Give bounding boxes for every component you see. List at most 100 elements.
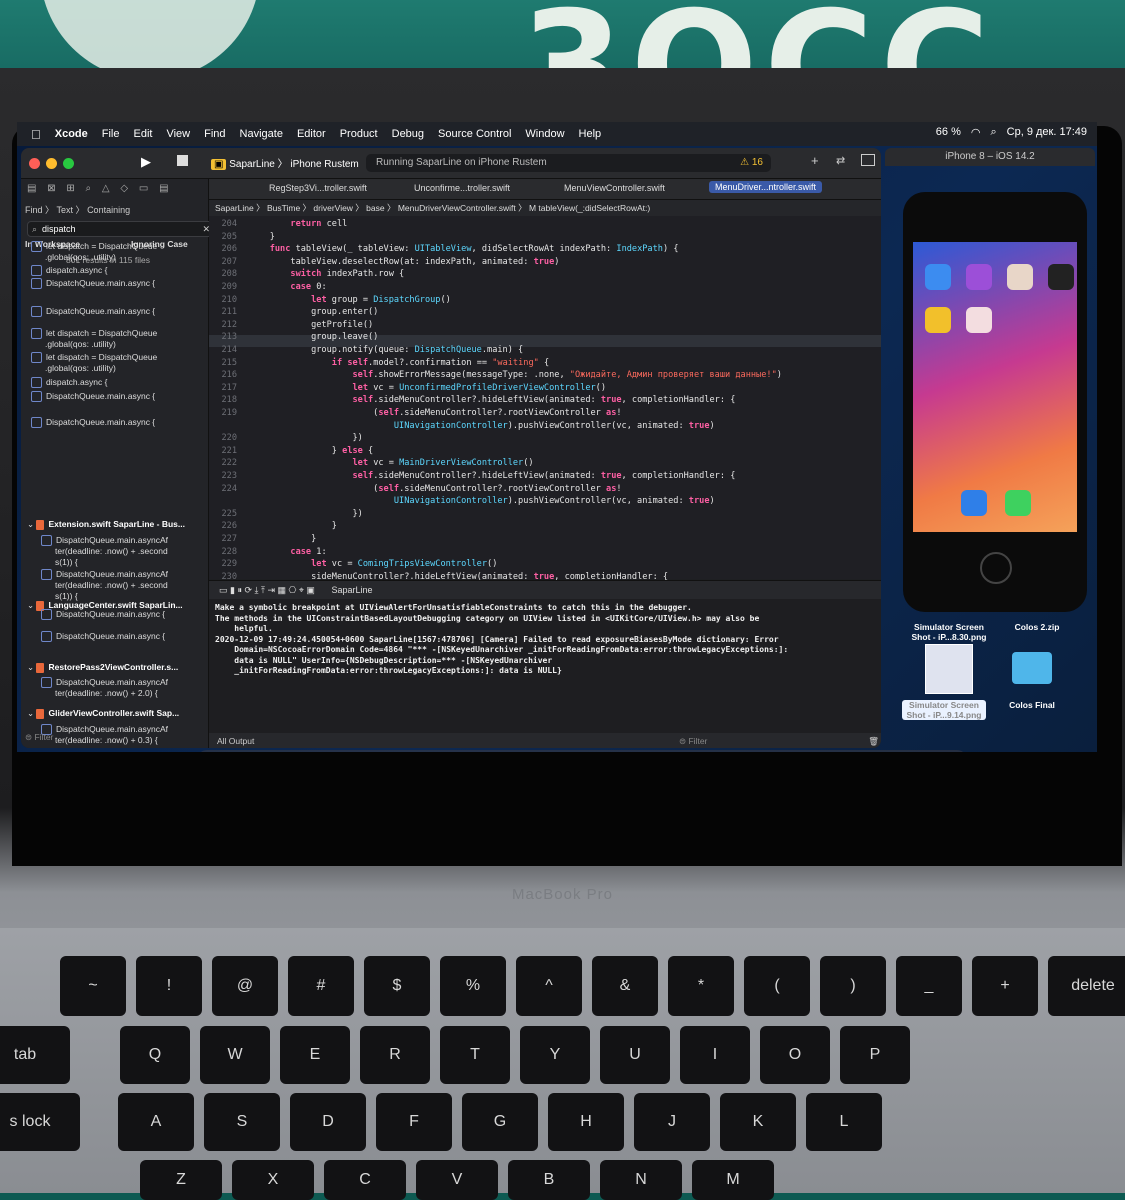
keyboard-key[interactable]: T (440, 1026, 510, 1084)
debug-controls[interactable]: ▭ ▮ ⏸ ⟳ ⤓ ⤒ ⇥ ▦ ⎔ ⌖ ▣ (219, 585, 315, 595)
keyboard-key[interactable]: Y (520, 1026, 590, 1084)
keyboard-key[interactable]: M (692, 1160, 774, 1200)
keyboard-key[interactable]: C (324, 1160, 406, 1200)
watch-app-icon[interactable] (1048, 264, 1074, 290)
safari-app-icon[interactable] (961, 490, 987, 516)
keyboard-key[interactable]: R (360, 1026, 430, 1084)
disclosure-icon[interactable]: ⌄ (27, 662, 36, 672)
keyboard-key[interactable]: H (548, 1093, 624, 1151)
keyboard-key[interactable]: I (680, 1026, 750, 1084)
console-filter[interactable]: ⊜ Filter (679, 733, 707, 748)
code-line[interactable]: } (249, 232, 275, 242)
keyboard-key[interactable]: D (290, 1093, 366, 1151)
search-result-row[interactable]: dispatch.async { (31, 377, 211, 389)
keyboard-key[interactable]: J (634, 1093, 710, 1151)
code-line[interactable]: let vc = UnconfirmedProfileDriverViewCon… (249, 383, 606, 393)
screenshot-thumbnail[interactable] (925, 644, 973, 694)
code-line[interactable]: UINavigationController).pushViewControll… (249, 496, 715, 506)
console-output[interactable]: Make a symbolic breakpoint at UIViewAler… (215, 603, 875, 677)
disclosure-icon[interactable]: ⌄ (27, 519, 36, 529)
menu-app[interactable]: Xcode (55, 128, 88, 140)
keyboard-key[interactable]: F (376, 1093, 452, 1151)
output-selector[interactable]: All Output (217, 736, 254, 746)
search-result-row[interactable]: let dispatch = DispatchQueue (31, 352, 211, 364)
file-group-row[interactable]: ⌄ RestorePass2ViewController.s... (27, 662, 207, 673)
code-line[interactable]: let vc = MainDriverViewController() (249, 458, 533, 468)
desktop-file-screenshot-1[interactable]: Simulator Screen Shot - iP...8.30.png (907, 622, 991, 642)
search-result-row[interactable]: DispatchQueue.main.async { (41, 609, 221, 621)
code-line[interactable]: switch indexPath.row { (249, 269, 404, 279)
disclosure-icon[interactable]: ⌄ (27, 600, 36, 610)
search-field[interactable]: ⌕ dispatch ✕ (27, 221, 215, 237)
code-line[interactable]: self.sideMenuController?.hideLeftView(an… (249, 471, 735, 481)
search-result-row[interactable]: ter(deadline: .now() + .second (55, 546, 235, 556)
health-app-icon[interactable] (966, 307, 992, 333)
keyboard-key[interactable]: G (462, 1093, 538, 1151)
tab-menuview[interactable]: MenuViewController.swift (564, 183, 665, 193)
keyboard-key[interactable]: O (760, 1026, 830, 1084)
stop-icon[interactable] (177, 155, 188, 166)
menu-item[interactable]: File (102, 128, 120, 140)
search-result-row[interactable]: let dispatch = DispatchQueue (31, 328, 211, 340)
keyboard-key[interactable]: ^ (516, 956, 582, 1016)
menu-item[interactable]: Window (525, 128, 564, 140)
code-line[interactable]: if self.model?.confirmation == "waiting"… (249, 358, 549, 368)
keyboard-key[interactable]: V (416, 1160, 498, 1200)
apple-icon[interactable]:  (31, 127, 41, 142)
keyboard-key[interactable]: S (204, 1093, 280, 1151)
search-result-row[interactable]: DispatchQueue.main.asyncAf (41, 535, 221, 547)
delete-key[interactable]: delete (1048, 956, 1125, 1016)
search-result-row[interactable]: .global(qos: .utility) (45, 339, 225, 349)
inspector-toggle-icon[interactable] (861, 154, 875, 166)
caps-lock-key[interactable]: s lock (0, 1093, 80, 1151)
keyboard-key[interactable]: & (592, 956, 658, 1016)
close-button[interactable] (29, 158, 40, 169)
search-result-row[interactable]: .global(qos: .utility) (45, 252, 225, 262)
files-app-icon[interactable] (925, 264, 951, 290)
disclosure-icon[interactable]: ⌄ (27, 708, 36, 718)
keyboard-key[interactable]: @ (212, 956, 278, 1016)
home-button[interactable] (980, 552, 1012, 584)
messages-app-icon[interactable] (1005, 490, 1031, 516)
tab-key[interactable]: tab (0, 1026, 70, 1084)
keyboard-key[interactable]: P (840, 1026, 910, 1084)
keyboard-key[interactable]: E (280, 1026, 350, 1084)
warning-count[interactable]: ⚠ 16 (740, 154, 763, 172)
code-line[interactable]: func tableView(_ tableView: UITableView,… (249, 244, 679, 254)
keyboard-key[interactable]: K (720, 1093, 796, 1151)
keyboard-key[interactable]: % (440, 956, 506, 1016)
keyboard-key[interactable]: ~ (60, 956, 126, 1016)
phone-screen[interactable] (913, 242, 1077, 532)
breadcrumb[interactable]: SaparLine 〉 BusTime 〉 driverView 〉 base … (209, 200, 881, 216)
search-result-row[interactable]: DispatchQueue.main.async { (31, 306, 211, 318)
search-icon[interactable]: ⌕ (990, 126, 996, 139)
battery-percent[interactable]: 66 % (936, 126, 961, 139)
menu-item[interactable]: Edit (134, 128, 153, 140)
keyboard-key[interactable]: N (600, 1160, 682, 1200)
search-result-row[interactable]: s(1)) { (55, 591, 235, 601)
keyboard-key[interactable]: $ (364, 956, 430, 1016)
minimize-button[interactable] (46, 158, 57, 169)
find-match[interactable]: Containing (87, 205, 130, 215)
search-result-row[interactable]: DispatchQueue.main.async { (41, 631, 221, 643)
menu-item[interactable]: Editor (297, 128, 326, 140)
keyboard-key[interactable]: _ (896, 956, 962, 1016)
keyboard-key[interactable]: B (508, 1160, 590, 1200)
wifi-icon[interactable]: ◠ (971, 126, 981, 139)
scheme-selector[interactable]: ▣ SaparLine 〉 iPhone Rustem (211, 155, 359, 170)
code-line[interactable]: case 1: (249, 547, 326, 557)
search-result-row[interactable]: DispatchQueue.main.async { (31, 391, 211, 403)
filter-field[interactable]: ⊜ Filter (25, 732, 205, 743)
code-line[interactable]: group.leave() (249, 332, 378, 342)
tab-regstep3[interactable]: RegStep3Vi...troller.swift (269, 183, 367, 193)
search-result-row[interactable]: DispatchQueue.main.asyncAf (41, 569, 221, 581)
shortcuts-app-icon[interactable] (966, 264, 992, 290)
desktop-file-screenshot-2[interactable]: Simulator Screen Shot - iP...9.14.png (902, 700, 986, 720)
search-result-row[interactable]: DispatchQueue.main.asyncAf (41, 677, 221, 689)
code-line[interactable]: self.showErrorMessage(messageType: .none… (249, 370, 781, 380)
keyboard-key[interactable]: L (806, 1093, 882, 1151)
menu-item[interactable]: Navigate (240, 128, 283, 140)
search-result-row[interactable]: ter(deadline: .now() + 2.0) { (55, 688, 235, 698)
navigator-icons[interactable]: ▤ ⊠ ⊞ ⌕ △ ◇ ▭ ▤ (27, 183, 173, 194)
menu-item[interactable]: Source Control (438, 128, 511, 140)
